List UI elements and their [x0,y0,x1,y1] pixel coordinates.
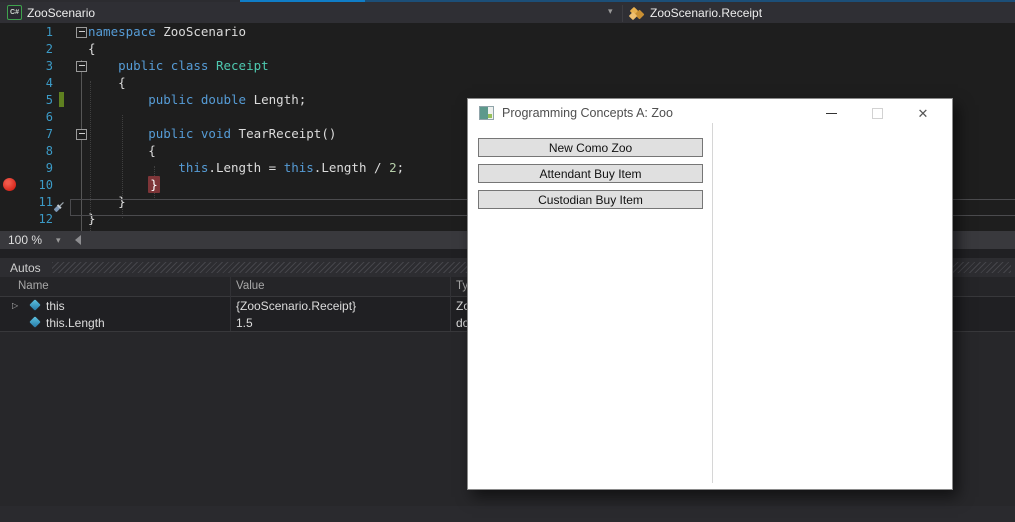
pin-icon[interactable] [52,199,67,214]
maximize-button[interactable] [860,99,894,128]
breakpoint-margin[interactable] [0,108,20,125]
maximize-icon [871,108,883,119]
cell-name: this [46,299,65,313]
outlining-margin [65,159,88,176]
outlining-margin [65,91,88,108]
line-number: 10 [38,177,53,192]
collapse-region-icon[interactable] [76,26,87,38]
outlining-margin [65,40,88,57]
visual-studio-debug-screen: C# ZooScenario ▾ ZooScenario.Receipt 1 na… [0,0,1015,522]
class-icon [628,6,645,21]
breakpoint-margin[interactable] [0,210,20,227]
line-number: 7 [45,126,53,141]
code-text: } [88,194,126,209]
line-number: 5 [45,92,53,107]
new-como-zoo-button[interactable]: New Como Zoo [478,138,703,157]
collapse-region-icon[interactable] [76,128,87,140]
code-text: { [88,41,96,56]
code-line-4[interactable]: 4 { [0,74,1015,91]
code-text: this.Length = this.Length / 2; [178,160,405,175]
bottom-strip [0,506,1015,522]
line-number: 2 [45,41,53,56]
outlining-margin [65,74,88,91]
line-number: 6 [45,109,53,124]
breakpoint-margin[interactable] [0,74,20,91]
breakpoint-margin[interactable] [0,23,20,40]
outlining-margin [65,210,88,227]
code-text: public class Receipt [118,58,269,73]
breakpoint-margin[interactable] [0,159,20,176]
attendant-buy-item-button[interactable]: Attendant Buy Item [478,164,703,183]
breakpoint-icon[interactable] [3,178,16,191]
outlining-margin [65,142,88,159]
outlining-margin [65,125,88,142]
minimize-icon [825,113,837,114]
line-number: 3 [45,58,53,73]
app-window-title: Programming Concepts A: Zoo [502,106,673,120]
cell-name: this.Length [46,316,105,330]
chevron-down-icon[interactable]: ▾ [608,6,613,17]
field-icon [29,316,41,328]
app-window-icon [479,106,494,120]
cell-value: {ZooScenario.Receipt} [236,299,357,313]
column-header-name[interactable]: Name [18,280,49,292]
outlining-margin [65,108,88,125]
app-title-bar[interactable]: Programming Concepts A: Zoo ✕ [468,99,952,128]
expand-arrow-icon[interactable]: ▷ [12,301,18,310]
breakpoint-margin[interactable] [0,40,20,57]
cell-value: 1.5 [236,316,253,330]
minimize-button[interactable] [814,99,848,128]
line-number: 12 [38,211,53,226]
line-number: 11 [38,194,53,209]
breakpoint-margin[interactable] [0,176,20,193]
navbar-separator [622,5,623,22]
close-icon: ✕ [917,106,929,121]
navigation-bar: C# ZooScenario ▾ ZooScenario.Receipt [0,2,1015,23]
field-icon [29,299,41,311]
column-divider[interactable] [450,277,451,331]
saved-change-bar [59,92,64,107]
code-text: } [88,211,96,226]
line-number: 8 [45,143,53,158]
column-divider[interactable] [230,277,231,331]
chevron-down-icon[interactable]: ▾ [56,235,61,246]
breakpoint-margin[interactable] [0,91,20,108]
column-header-value[interactable]: Value [236,280,265,292]
breakpoint-margin[interactable] [0,142,20,159]
line-number: 4 [45,75,53,90]
line-number: 9 [45,160,53,175]
collapse-region-icon[interactable] [76,60,87,72]
code-text: namespace ZooScenario [88,24,247,39]
breakpoint-margin[interactable] [0,193,20,210]
breakpoint-margin[interactable] [0,57,20,74]
code-text: { [88,143,156,158]
type-dropdown[interactable]: ZooScenario.Receipt [650,6,762,20]
zoom-level-dropdown[interactable]: 100 % [8,233,42,247]
code-line-3[interactable]: 3 public class Receipt [0,57,1015,74]
scroll-left-icon[interactable] [74,235,81,245]
code-line-1[interactable]: 1 namespace ZooScenario [0,23,1015,40]
outlining-margin [65,176,88,193]
code-text: public void TearReceipt() [148,126,337,141]
outlining-margin [65,193,88,210]
project-dropdown[interactable]: ZooScenario [27,6,95,20]
code-text: { [88,75,126,90]
line-number: 1 [45,24,53,39]
outlining-margin [65,23,88,40]
outlining-margin [65,57,88,74]
app-button-column: New Como Zoo Attendant Buy Item Custodian … [478,138,703,216]
code-text: public double Length; [148,92,307,107]
close-button[interactable]: ✕ [906,99,940,128]
code-text: } [148,176,160,193]
autos-panel-title: Autos [10,260,41,275]
code-line-2[interactable]: 2{ [0,40,1015,57]
csharp-project-icon: C# [7,5,22,20]
app-vertical-divider [712,123,713,483]
breakpoint-margin[interactable] [0,125,20,142]
zoo-app-window: Programming Concepts A: Zoo ✕ New Como Z… [467,98,953,490]
custodian-buy-item-button[interactable]: Custodian Buy Item [478,190,703,209]
